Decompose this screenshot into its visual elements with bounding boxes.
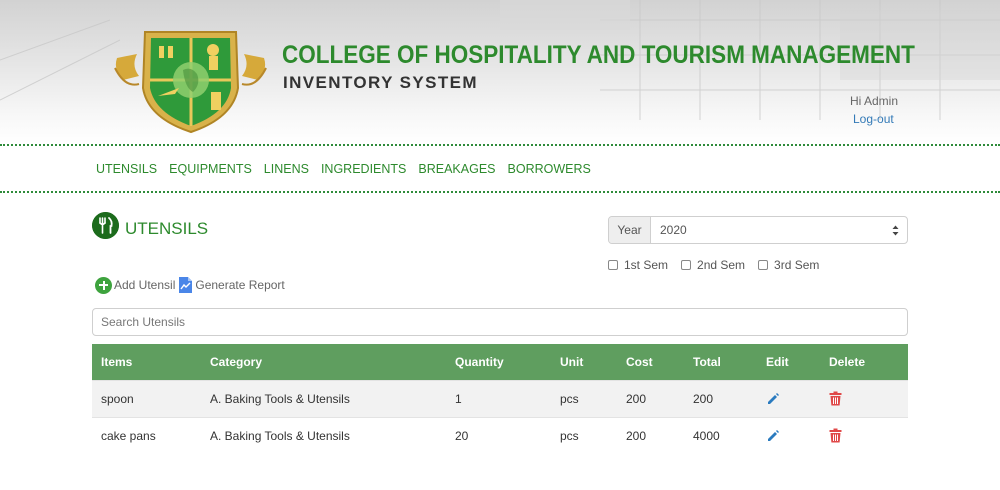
col-header-unit: Unit (551, 344, 617, 380)
delete-trash-icon[interactable] (829, 391, 842, 406)
utensils-table: Items Category Quantity Unit Cost Total … (92, 344, 908, 454)
user-greeting: Hi Admin (850, 94, 899, 108)
nav-item-equipments[interactable]: EQUIPMENTS (169, 162, 252, 176)
main-nav: UTENSILS EQUIPMENTS LINENS INGREDIENTS B… (0, 144, 1000, 193)
cell-unit: pcs (551, 379, 617, 417)
page-title: UTENSILS (125, 219, 209, 238)
cell-quantity: 1 (446, 379, 551, 417)
system-title: INVENTORY SYSTEM (283, 73, 478, 92)
semester-filter: 1st Sem 2nd Sem 3rd Sem (608, 258, 819, 272)
table-row: cake pans A. Baking Tools & Utensils 20 … (92, 416, 908, 454)
college-seal-logo (114, 31, 267, 134)
nav-item-utensils[interactable]: UTENSILS (96, 162, 157, 176)
nav-item-breakages[interactable]: BREAKAGES (418, 162, 495, 176)
col-header-delete: Delete (820, 344, 908, 380)
fork-knife-icon (92, 212, 119, 239)
cell-edit (757, 379, 820, 417)
year-label: Year (609, 217, 651, 243)
cell-delete (820, 416, 908, 454)
report-document-icon (179, 277, 193, 293)
nav-item-borrowers[interactable]: BORROWERS (508, 162, 591, 176)
sem-option-1st: 1st Sem (608, 258, 668, 272)
nav-items: UTENSILS EQUIPMENTS LINENS INGREDIENTS B… (96, 162, 591, 176)
cell-cost: 200 (617, 379, 684, 417)
col-header-cost: Cost (617, 344, 684, 380)
sem-2nd-label: 2nd Sem (697, 258, 746, 272)
col-header-quantity: Quantity (446, 344, 551, 380)
sem-3rd-label: 3rd Sem (774, 258, 820, 272)
cell-category: A. Baking Tools & Utensils (201, 379, 446, 417)
table-header-row: Items Category Quantity Unit Cost Total … (92, 344, 908, 380)
sem-3rd-checkbox[interactable] (758, 260, 769, 270)
nav-item-linens[interactable]: LINENS (264, 162, 309, 176)
sem-2nd-checkbox[interactable] (681, 260, 692, 270)
year-filter: Year 2020 (608, 216, 908, 244)
edit-pencil-icon[interactable] (766, 429, 780, 443)
sem-option-2nd: 2nd Sem (681, 258, 745, 272)
sem-1st-checkbox[interactable] (608, 260, 618, 270)
year-select-value: 2020 (660, 223, 687, 237)
generate-report-button[interactable]: Generate Report (178, 276, 285, 294)
nav-item-ingredients[interactable]: INGREDIENTS (321, 162, 406, 176)
add-utensil-button[interactable]: Add Utensil (95, 276, 176, 294)
col-header-total: Total (684, 344, 757, 380)
select-arrows-icon (892, 225, 899, 236)
sem-1st-label: 1st Sem (624, 258, 669, 272)
add-icon (95, 276, 112, 294)
search-input[interactable] (92, 308, 908, 336)
cell-delete (820, 379, 908, 417)
cell-total: 4000 (684, 416, 757, 454)
cell-item: spoon (92, 379, 201, 417)
cell-item: cake pans (92, 416, 201, 454)
generate-report-label: Generate Report (195, 278, 285, 292)
cell-cost: 200 (617, 416, 684, 454)
edit-pencil-icon[interactable] (766, 392, 780, 406)
year-select[interactable]: 2020 (651, 217, 907, 243)
cell-quantity: 20 (446, 416, 551, 454)
col-header-edit: Edit (757, 344, 820, 380)
college-title: COLLEGE OF HOSPITALITY AND TOURISM MANAG… (282, 41, 915, 69)
action-bar: Add Utensil Generate Report (95, 276, 285, 294)
logout-link[interactable]: Log-out (853, 112, 894, 126)
table-row: spoon A. Baking Tools & Utensils 1 pcs 2… (92, 379, 908, 417)
cell-category: A. Baking Tools & Utensils (201, 416, 446, 454)
add-utensil-label: Add Utensil (114, 278, 176, 292)
delete-trash-icon[interactable] (829, 428, 842, 443)
col-header-category: Category (201, 344, 446, 380)
cell-edit (757, 416, 820, 454)
cell-unit: pcs (551, 416, 617, 454)
cell-total: 200 (684, 379, 757, 417)
sem-option-3rd: 3rd Sem (758, 258, 819, 272)
header: COLLEGE OF HOSPITALITY AND TOURISM MANAG… (0, 0, 1000, 143)
col-header-items: Items (92, 344, 201, 380)
